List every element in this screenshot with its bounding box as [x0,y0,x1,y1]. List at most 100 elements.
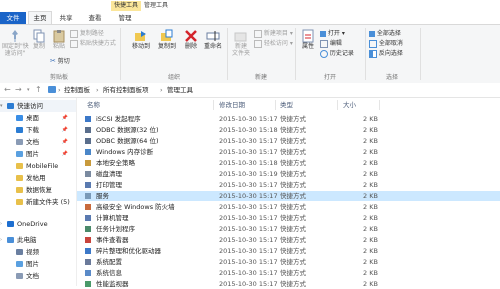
tab-share[interactable]: 共享 [55,12,77,24]
shortcut-icon [85,226,91,232]
file-name: iSCSI 发起程序 [96,115,141,123]
paste-button[interactable]: 粘贴 [50,29,68,50]
nav-item[interactable]: 下载 📌 [0,124,76,136]
nav-item[interactable]: 图片 [0,258,76,270]
nav-item[interactable]: 视频 [0,246,76,258]
shortcut-icon [85,127,91,133]
expand-chevron-icon[interactable]: ▾ [0,100,3,112]
nav-item-label: 此电脑 [17,236,37,244]
table-row[interactable]: 碎片整理和优化驱动器 2015-10-30 15:17 快捷方式 2 KB [77,246,500,256]
nav-item[interactable]: ▾ 快速访问 [0,100,76,112]
column-header-name[interactable]: 名称 [87,98,100,112]
history-button[interactable]: 历史记录 [320,49,354,58]
nav-item[interactable]: 桌面 📌 [0,112,76,124]
tab-file[interactable]: 文件 [0,12,26,24]
table-row[interactable]: 任务计划程序 2015-10-30 15:17 快捷方式 2 KB [77,224,500,234]
back-arrow-icon[interactable]: ← [4,85,11,95]
copy-to-icon [161,29,173,41]
easy-access-button[interactable]: 轻松访问 ▾ [254,39,293,48]
table-row[interactable]: 系统配置 2015-10-30 15:17 快捷方式 2 KB [77,257,500,267]
new-folder-label: 新建 文件夹 [231,43,250,57]
column-divider[interactable] [213,100,214,110]
table-row[interactable]: iSCSI 发起程序 2015-10-30 15:17 快捷方式 2 KB [77,114,500,124]
file-name: Windows 内存诊断 [96,148,154,156]
expand-chevron-icon[interactable]: › [0,234,2,246]
folder-icon [16,199,23,205]
paste-shortcut-button[interactable]: 粘贴快捷方式 [70,39,116,48]
delete-button[interactable]: 删除 [180,29,202,50]
forward-arrow-icon[interactable]: → [15,85,22,95]
pin-quick-access-button[interactable]: 固定到"快 速访问" [2,29,29,57]
nav-item-label: 下载 [26,126,39,134]
file-name: ODBC 数据源(32 位) [96,126,159,134]
table-row[interactable]: ODBC 数据源(64 位) 2015-10-30 15:17 快捷方式 2 KB [77,136,500,146]
column-divider[interactable] [379,100,380,110]
tab-home[interactable]: 主页 [28,11,52,24]
column-header-date[interactable]: 修改日期 [219,98,245,112]
table-row[interactable]: 系统信息 2015-10-30 15:17 快捷方式 2 KB [77,268,500,278]
rename-icon [206,31,220,41]
nav-item[interactable]: MobileFile [0,160,76,172]
table-row[interactable]: 计算机管理 2015-10-30 15:17 快捷方式 2 KB [77,213,500,223]
column-divider[interactable] [337,100,338,110]
table-row[interactable]: 打印管理 2015-10-30 15:17 快捷方式 2 KB [77,180,500,190]
nav-item[interactable]: 数据恢复 [0,184,76,196]
properties-label: 属性 [301,43,314,50]
shortcut-icon [85,237,91,243]
up-arrow-icon[interactable]: ↑ [35,85,42,95]
copy-to-button[interactable]: 复制到 [154,29,180,50]
folder-icon [16,187,23,193]
recent-dropdown-icon[interactable]: ▾ [27,85,30,95]
table-row[interactable]: 高级安全 Windows 防火墙 2015-10-30 15:17 快捷方式 2 KB [77,202,500,212]
breadcrumb-admin-tools[interactable]: 管理工具 [167,85,193,95]
paste-label: 粘贴 [52,43,65,50]
file-type: 快捷方式 [280,225,306,233]
nav-item[interactable]: › 此电脑 [0,234,76,246]
nav-item[interactable]: 新建文件夹 (5) [0,196,76,208]
column-header-size[interactable]: 大小 [343,98,356,112]
open-button[interactable]: 打开 ▾ [320,29,345,38]
scissors-icon: ✂ [50,57,56,65]
new-item-button[interactable]: 新建项目 ▾ [254,29,293,38]
new-folder-button[interactable]: 新建 文件夹 [230,29,252,57]
file-size: 2 KB [363,247,378,255]
file-size: 2 KB [363,148,378,156]
nav-item[interactable]: 图片 📌 [0,148,76,160]
table-row[interactable]: 本地安全策略 2015-10-30 15:18 快捷方式 2 KB [77,158,500,168]
table-row[interactable]: 服务 2015-10-30 15:17 快捷方式 2 KB [77,191,500,201]
properties-button[interactable]: 属性 [298,29,318,50]
nav-item[interactable]: › OneDrive [0,218,76,230]
edit-button[interactable]: 编辑 [320,39,342,48]
cut-button[interactable]: ✂ 剪切 [50,57,70,66]
rename-button[interactable]: 重命名 [202,29,224,50]
move-to-button[interactable]: 移动到 [128,29,154,50]
copy-path-button[interactable]: 复制路径 [70,29,104,38]
table-row[interactable]: Windows 内存诊断 2015-10-30 15:17 快捷方式 2 KB [77,147,500,157]
table-row[interactable]: ODBC 数据源(32 位) 2015-10-30 15:18 快捷方式 2 KB [77,125,500,135]
select-none-button[interactable]: 全部取消 [369,39,403,48]
file-name: 本地安全策略 [96,159,135,167]
copy-button[interactable]: 复制 [30,29,48,50]
paste-shortcut-label: 粘贴快捷方式 [79,40,116,47]
breadcrumb-control-panel[interactable]: 控制面板 [64,85,90,95]
tab-manage[interactable]: 管理 [112,12,138,24]
file-name: 系统信息 [96,269,122,277]
table-row[interactable]: 事件查看器 2015-10-30 15:17 快捷方式 2 KB [77,235,500,245]
file-type: 快捷方式 [280,137,306,145]
table-row[interactable]: 性能监视器 2015-10-30 15:17 快捷方式 2 KB [77,279,500,289]
nav-item-label: 新建文件夹 (5) [26,198,70,206]
expand-chevron-icon[interactable]: › [0,218,2,230]
table-row[interactable]: 磁盘清理 2015-10-30 15:19 快捷方式 2 KB [77,169,500,179]
nav-item[interactable]: 文档 [0,270,76,282]
file-type: 快捷方式 [280,181,306,189]
invert-selection-button[interactable]: 反向选择 [369,49,403,58]
column-header-type[interactable]: 类型 [280,98,293,112]
breadcrumb-all-items[interactable]: 所有控制面板项 [103,85,149,95]
file-list: 名称 修改日期 类型 大小 iSCSI 发起程序 2015-10-30 15:17… [77,98,500,289]
select-all-button[interactable]: 全部选择 [369,29,401,38]
nav-item[interactable]: 文档 📌 [0,136,76,148]
tab-view[interactable]: 查看 [84,12,106,24]
column-divider[interactable] [275,100,276,110]
nav-item[interactable]: 发帖用 [0,172,76,184]
file-date: 2015-10-30 15:17 [219,280,278,288]
